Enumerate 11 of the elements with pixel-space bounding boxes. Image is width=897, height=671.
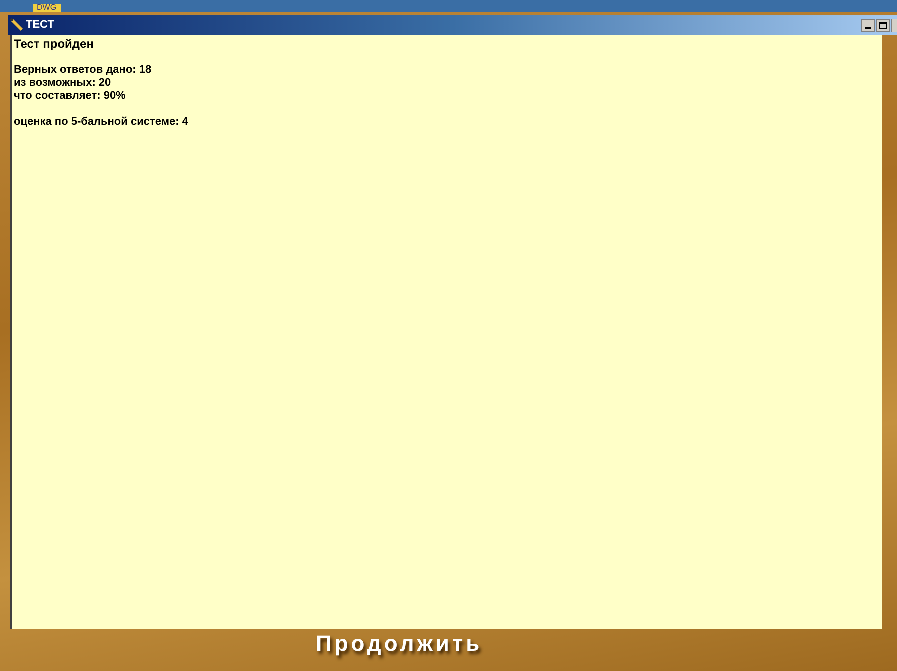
result-line: из возможных: 20 [14,77,112,90]
grade-line: оценка по 5-бальной системе: 4 [14,116,190,129]
minimize-button[interactable] [861,18,875,32]
continue-button[interactable]: Продолжить [316,629,483,659]
result-heading: Тест пройден [14,38,95,51]
drawing-tab[interactable]: DWG [33,4,61,12]
result-line: Верных ответов дано: 18 [14,64,153,77]
result-line: что составляет: 90% [14,90,127,103]
maximize-button[interactable] [876,18,890,32]
window-title: ТЕСТ [26,18,54,33]
pencil-icon [10,18,24,32]
